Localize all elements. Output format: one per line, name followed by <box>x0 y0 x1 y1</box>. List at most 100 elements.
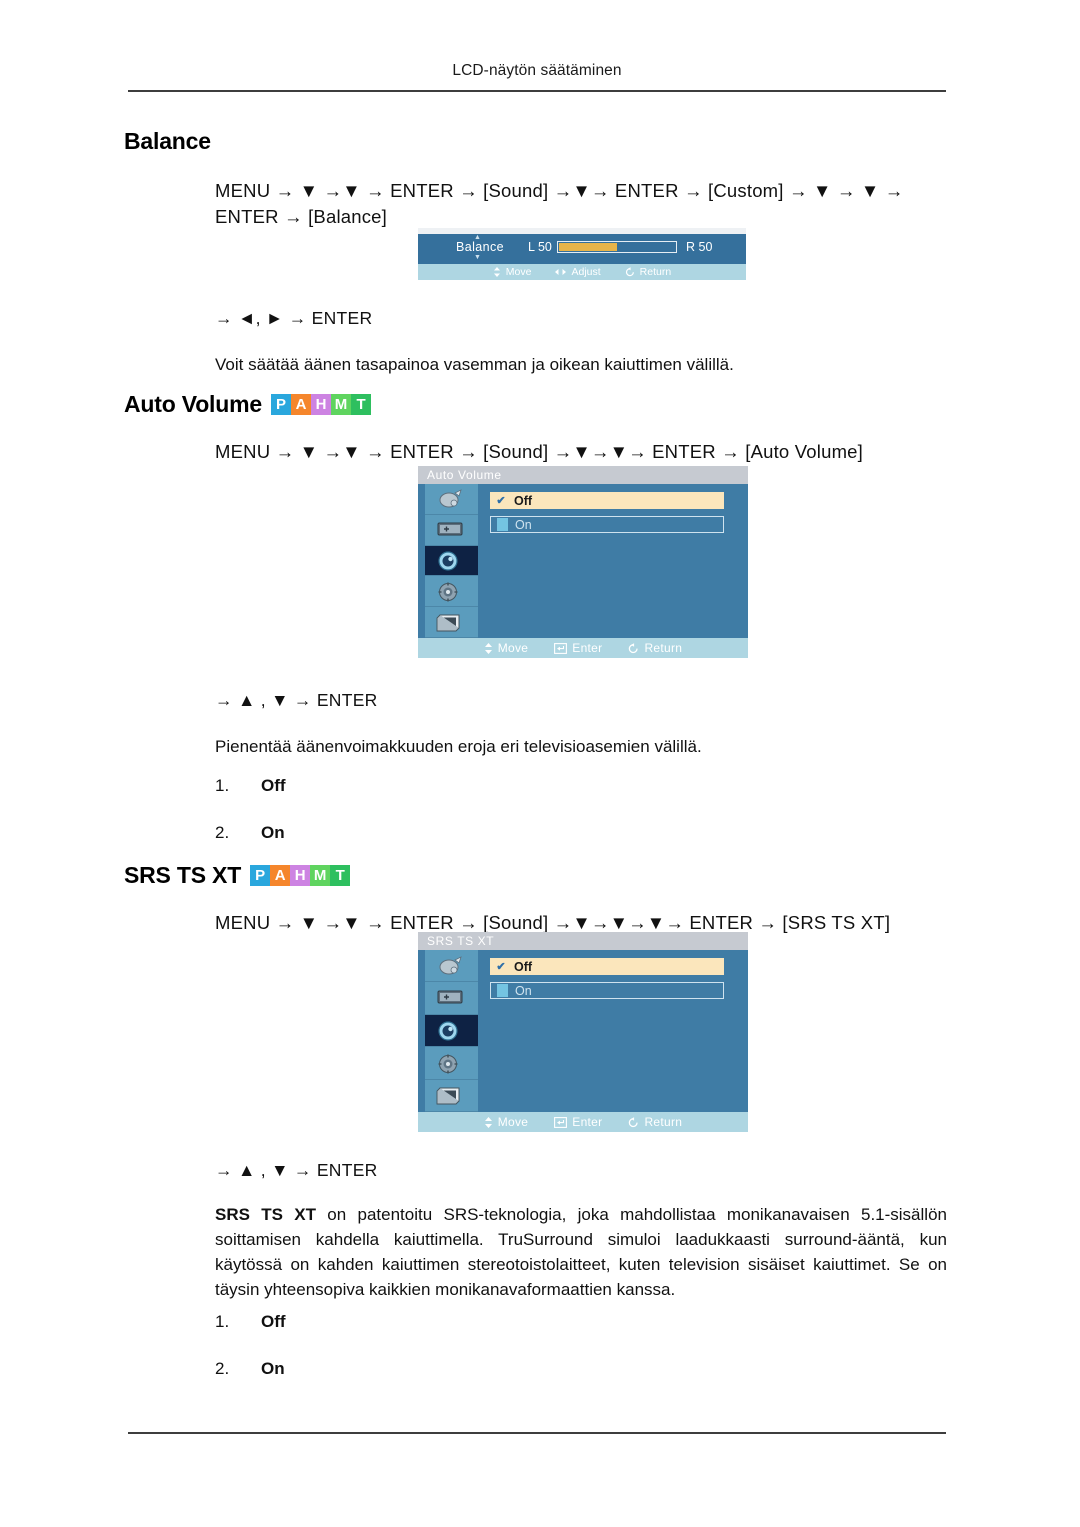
footer-rule <box>128 1432 946 1434</box>
pahmt-badge: P A H M T <box>250 865 351 886</box>
balance-slider-track[interactable] <box>557 241 677 253</box>
osd-icon-rail <box>425 484 478 638</box>
check-icon: ✔ <box>496 495 506 507</box>
statusbar-move-label: Move <box>497 641 529 655</box>
list-item-label: Off <box>261 1312 286 1331</box>
option-on-label: On <box>515 517 532 532</box>
rail-item-setup[interactable] <box>425 576 478 608</box>
setup-icon <box>435 1052 469 1074</box>
statusbar-adjust: Adjust <box>555 266 601 278</box>
badge-letter-h: H <box>290 865 311 886</box>
badge-letter-m: M <box>330 394 351 415</box>
heading-balance: Balance <box>124 130 211 153</box>
statusbar-move: Move <box>484 641 529 655</box>
srs-description-text: on patentoitu SRS-teknologia, joka mahdo… <box>215 1205 947 1300</box>
badge-letter-m: M <box>310 865 331 886</box>
rail-item-setup[interactable] <box>425 1047 478 1080</box>
rail-item-sound[interactable] <box>425 545 478 577</box>
rail-item-picture[interactable] <box>425 950 478 983</box>
option-marker <box>493 984 511 997</box>
list-item-label: On <box>261 1359 285 1378</box>
rail-item-screen[interactable] <box>425 982 478 1015</box>
osd-auto-volume-body: ✔ Off On <box>418 484 748 638</box>
sound-icon <box>435 1019 469 1042</box>
osd-balance-left: L 50 <box>528 240 552 254</box>
rail-item-screen[interactable] <box>425 514 478 546</box>
list-item-label: On <box>261 823 285 842</box>
multicontrol-icon <box>435 611 469 633</box>
screen-icon <box>435 987 469 1009</box>
statusbar-return: Return <box>628 641 682 655</box>
statusbar-move: Move <box>484 1115 529 1129</box>
osd-balance-label: Balance <box>456 240 504 254</box>
badge-letter-a: A <box>290 394 311 415</box>
running-header: LCD-näytön säätäminen <box>452 62 622 79</box>
option-off[interactable]: ✔ Off <box>490 492 724 509</box>
return-icon <box>628 642 639 654</box>
statusbar-move-label: Move <box>505 266 532 278</box>
balance-key-hint: → ◄, ► → ENTER <box>215 308 373 328</box>
multicontrol-icon <box>435 1084 469 1106</box>
statusbar-enter-label: Enter <box>572 1115 603 1129</box>
osd-srs: SRS TS XT ✔ Off On Move Enter Return <box>418 932 748 1132</box>
statusbar-return: Return <box>628 1115 682 1129</box>
osd-option-list: ✔ Off On <box>490 492 724 540</box>
statusbar-move: Move <box>493 266 532 278</box>
osd-icon-rail <box>425 950 478 1112</box>
leftright-icon <box>555 268 567 276</box>
srs-key-hint: → ▲ , ▼ → ENTER <box>215 1160 378 1180</box>
badge-letter-t: T <box>350 394 371 415</box>
left-channel-value: 50 <box>537 240 552 254</box>
auto-volume-menu-path: MENU → ▼ →▼ → ENTER → [Sound] →▼→▼→ ENTE… <box>215 441 864 462</box>
badge-letter-p: P <box>270 394 291 415</box>
heading-balance-label: Balance <box>124 128 211 154</box>
osd-option-list: ✔ Off On <box>490 958 724 1006</box>
badge-letter-p: P <box>250 865 271 886</box>
list-item: 2. On <box>215 1359 715 1379</box>
rail-item-multicontrol[interactable] <box>425 607 478 638</box>
updown-icon <box>484 642 493 654</box>
statusbar-enter-label: Enter <box>572 641 603 655</box>
updown-icon <box>484 1116 493 1128</box>
list-item: 1. Off <box>215 776 715 796</box>
sound-icon <box>435 549 469 572</box>
right-channel-value: 50 <box>698 240 713 254</box>
badge-letter-a: A <box>270 865 291 886</box>
osd-auto-volume-title: Auto Volume <box>418 466 748 484</box>
statusbar-return-label: Return <box>644 1115 683 1129</box>
picture-icon <box>435 955 469 977</box>
picture-icon <box>435 488 469 510</box>
balance-slider-fill <box>559 243 617 251</box>
balance-menu-path: MENU → ▼ →▼ → ENTER → [Sound] →▼→ ENTER … <box>215 180 904 228</box>
statusbar-adjust-label: Adjust <box>571 266 601 278</box>
auto-volume-key-hint: → ▲ , ▼ → ENTER <box>215 690 378 710</box>
caret-down-icon: ▼ <box>474 254 481 261</box>
osd-srs-body: ✔ Off On <box>418 950 748 1112</box>
statusbar-return-label: Return <box>644 641 683 655</box>
heading-srs-label: SRS TS XT <box>124 862 242 888</box>
osd-auto-volume: Auto Volume ✔ Off On Move Enter Return <box>418 466 748 658</box>
rail-item-picture[interactable] <box>425 484 478 515</box>
statusbar-enter: Enter <box>554 641 602 655</box>
statusbar-return: Return <box>625 266 671 278</box>
statusbar-move-label: Move <box>497 1115 529 1129</box>
osd-balance-right: R 50 <box>686 240 712 254</box>
badge-letter-t: T <box>330 865 351 886</box>
option-on[interactable]: On <box>490 516 724 533</box>
option-marker <box>493 518 511 531</box>
heading-auto-volume-label: Auto Volume <box>124 391 262 417</box>
option-on[interactable]: On <box>490 982 724 999</box>
screen-icon <box>435 519 469 541</box>
option-off[interactable]: ✔ Off <box>490 958 724 975</box>
setup-icon <box>435 580 469 602</box>
option-off-label: Off <box>514 493 533 508</box>
list-item-number: 1. <box>215 776 230 795</box>
left-channel-label: L <box>528 240 535 254</box>
rail-item-sound[interactable] <box>425 1014 478 1048</box>
enter-icon <box>554 1116 568 1128</box>
rail-item-multicontrol[interactable] <box>425 1079 478 1112</box>
list-item-label: Off <box>261 776 286 795</box>
auto-volume-option-list: 1. Off 2. On <box>215 776 715 870</box>
osd-balance: ▲ Balance ▼ L 50 R 50 Move Adjust Return <box>418 228 746 280</box>
auto-volume-description: Pienentää äänenvoimakkuuden eroja eri te… <box>215 737 702 756</box>
